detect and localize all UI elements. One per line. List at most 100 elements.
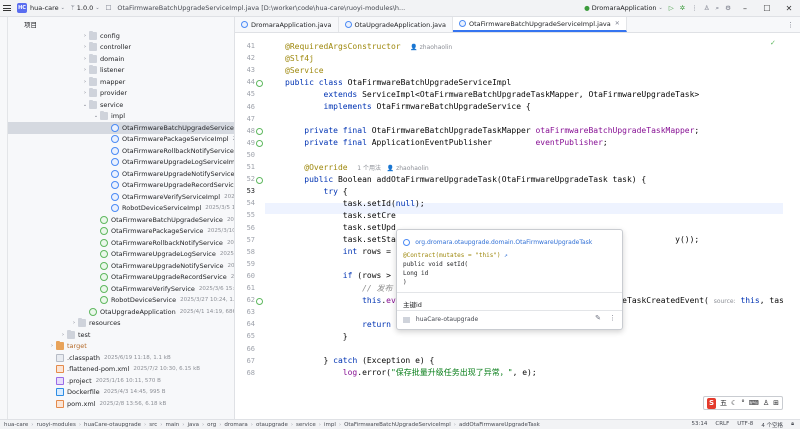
tree-item[interactable]: ⌄ service — [8, 99, 234, 111]
code-line[interactable]: @Slf4j — [285, 53, 314, 65]
gutter-implement-icon[interactable] — [256, 79, 263, 87]
editor-tab[interactable]: DromaraApplication.java — [235, 17, 339, 32]
tree-item[interactable]: Dockerfile 2025/4/3 14:45, 995 B — [8, 387, 234, 399]
code-line[interactable]: try { — [285, 186, 348, 198]
chevron-icon[interactable]: › — [59, 332, 67, 338]
tree-item[interactable]: OtaFirmwareUpgradeLogService2025/3/10 — [8, 249, 234, 261]
code-line[interactable]: task.setUpd — [285, 222, 396, 234]
breadcrumb-item[interactable]: org — [207, 422, 216, 428]
chevron-icon[interactable]: › — [81, 79, 89, 85]
vcs-widget[interactable]: ᛘ 1.0.0 ⌄ — [68, 0, 103, 17]
indent-setting[interactable]: 4 个空格 — [761, 421, 783, 429]
code-line[interactable]: public Boolean addOtaFirmwareUpgradeTask… — [285, 174, 646, 186]
gutter-implement-icon[interactable] — [256, 176, 263, 184]
ime-grid-icon[interactable]: ⊞ — [773, 399, 779, 407]
chevron-icon[interactable]: › — [70, 320, 78, 326]
chevron-icon[interactable]: › — [81, 90, 89, 96]
close-tab-icon[interactable]: ✕ — [615, 20, 620, 27]
chevron-icon[interactable]: › — [48, 343, 56, 349]
ime-user-icon[interactable]: ♙ — [763, 399, 769, 407]
ime-toolbar[interactable]: S 五 ☾ ° ⌨ ♙ ⊞ — [703, 396, 783, 410]
code-line[interactable]: // 发布 — [285, 283, 392, 295]
breadcrumb-item[interactable]: huaCare-otaupgrade — [84, 422, 141, 428]
code-line[interactable]: int rows = — [285, 246, 396, 258]
chevron-icon[interactable]: › — [81, 67, 89, 73]
chevron-icon[interactable]: › — [81, 56, 89, 62]
editor-tab[interactable]: OtaUpgradeApplication.java — [339, 17, 453, 32]
editor-tab[interactable]: OtaFirmwareBatchUpgradeServiceImpl.java ✕ — [452, 17, 627, 32]
external-link-icon[interactable]: ↗ — [504, 252, 508, 259]
moon-icon[interactable]: ☾ — [731, 399, 737, 407]
code-line[interactable]: implements OtaFirmwareBatchUpgradeServic… — [285, 101, 531, 113]
tree-item[interactable]: › test — [8, 329, 234, 341]
run-config-selector[interactable]: ● DromaraApplication ⌄ — [581, 0, 666, 17]
tree-item[interactable]: OtaFirmwareBatchUpgradeServiceImpl — [8, 122, 234, 134]
breadcrumb-item[interactable]: main — [165, 422, 179, 428]
breadcrumb-item[interactable]: src — [149, 422, 157, 428]
breadcrumb-item[interactable]: hua-care — [4, 422, 28, 428]
main-menu-button[interactable] — [0, 0, 14, 17]
popup-class-link[interactable]: org.dromara.otaupgrade.domain.OtaFirmwar… — [415, 239, 592, 246]
tree-item[interactable]: › resources — [8, 318, 234, 330]
tree-item[interactable]: OtaFirmwareVerifyService 2025/3/6 15: — [8, 283, 234, 295]
tree-item[interactable]: .project 2025/1/16 10:11, 570 B — [8, 375, 234, 387]
chevron-icon[interactable]: ⌄ — [81, 102, 89, 108]
caret-position[interactable]: 53:14 — [692, 421, 708, 429]
gutter-implement-icon[interactable] — [256, 297, 263, 305]
more-actions-icon[interactable]: ⋮ — [688, 0, 701, 17]
breadcrumb-item[interactable]: dromara — [224, 422, 247, 428]
tree-item[interactable]: RobotDeviceServiceImpl2025/3/5 17:3 — [8, 203, 234, 215]
code-line[interactable]: public class OtaFirmwareBatchUpgradeServ… — [285, 77, 511, 89]
tree-item[interactable]: OtaFirmwareUpgradeRecordService2025/ — [8, 272, 234, 284]
minimize-button[interactable]: – — [734, 4, 756, 13]
code-line[interactable]: } catch (Exception e) { — [285, 355, 435, 367]
tree-item[interactable]: › domain — [8, 53, 234, 65]
code-line[interactable]: task.setCre — [285, 210, 396, 222]
code-line[interactable]: if (rows > — [285, 270, 396, 282]
code-line[interactable]: task.setId(null); — [285, 198, 425, 210]
breadcrumb-item[interactable]: java — [187, 422, 199, 428]
code-line[interactable]: private final OtaFirmwareBatchUpgradeTas… — [285, 125, 699, 137]
tree-item[interactable]: .flattened-pom.xml 2025/7/2 10:30, 6.15 k… — [8, 364, 234, 376]
tree-item[interactable]: › target — [8, 341, 234, 353]
tree-item[interactable]: OtaFirmwareVerifyServiceImpl2025/3/10 17… — [8, 191, 234, 203]
tree-item[interactable]: .classpath 2025/6/19 11:18, 1.1 kB — [8, 352, 234, 364]
tree-item[interactable]: OtaFirmwareRollbackNotifyServiceImpl — [8, 145, 234, 157]
tree-item[interactable]: OtaFirmwareUpgradeRecordServiceImpl — [8, 180, 234, 192]
tree-item[interactable]: OtaFirmwareRollbackNotifyService2025/ — [8, 237, 234, 249]
keyboard-icon[interactable]: ⌨ — [749, 399, 759, 407]
code-line[interactable]: log.error("保存批量升级任务出现了异常，", e); — [285, 367, 537, 379]
tree-item[interactable]: ⌄ impl — [8, 111, 234, 123]
breadcrumb-item[interactable]: ruoyi-modules — [36, 422, 75, 428]
breadcrumb-item[interactable]: addOtaFirmwareUpgradeTask — [459, 422, 540, 428]
tree-item[interactable]: OtaFirmwareUpgradeNotifyServiceImpl — [8, 168, 234, 180]
tree-item[interactable]: › controller — [8, 42, 234, 54]
more-tabs-icon[interactable]: ⋮ — [787, 21, 794, 29]
tree-item[interactable]: OtaFirmwareUpgradeLogServiceImpl — [8, 157, 234, 169]
breadcrumb-item[interactable]: impl — [324, 422, 336, 428]
chevron-icon[interactable]: › — [81, 33, 89, 39]
tree-item[interactable]: › provider — [8, 88, 234, 100]
checkbox-icon[interactable]: ☐ — [103, 0, 115, 17]
tree-item[interactable]: › config — [8, 30, 234, 42]
more-options-icon[interactable]: ⋮ — [609, 314, 616, 322]
breadcrumb-item[interactable]: otaupgrade — [256, 422, 288, 428]
ime-mode-label[interactable]: 五 — [720, 398, 727, 408]
code-line[interactable]: extends ServiceImpl<OtaFirmwareBatchUpgr… — [285, 89, 700, 101]
edit-icon[interactable]: ✎ — [595, 314, 601, 322]
account-icon[interactable]: ♙ — [701, 0, 713, 17]
close-window-button[interactable]: ✕ — [778, 4, 800, 13]
code-line[interactable]: @Override 1 个用法 👤 zhaohaolin — [285, 162, 428, 174]
editor-scrollbar[interactable] — [783, 33, 800, 419]
code-line[interactable]: private final ApplicationEventPublisher … — [285, 137, 607, 149]
search-icon[interactable]: ⌕ — [713, 0, 723, 17]
tree-item[interactable]: OtaFirmwarePackageService2025/3/10 17: — [8, 226, 234, 238]
code-line[interactable]: } — [285, 331, 348, 343]
run-icon[interactable]: ▷ — [666, 0, 677, 17]
lock-icon[interactable]: 🔒︎ — [791, 421, 794, 429]
chevron-icon[interactable]: ⌄ — [92, 113, 100, 119]
tree-item[interactable]: OtaFirmwareUpgradeNotifyService2025/ — [8, 260, 234, 272]
dot-icon[interactable]: ° — [741, 399, 745, 407]
project-switcher[interactable]: HC hua-care ⌄ — [14, 0, 68, 17]
breadcrumb-item[interactable]: service — [296, 422, 316, 428]
